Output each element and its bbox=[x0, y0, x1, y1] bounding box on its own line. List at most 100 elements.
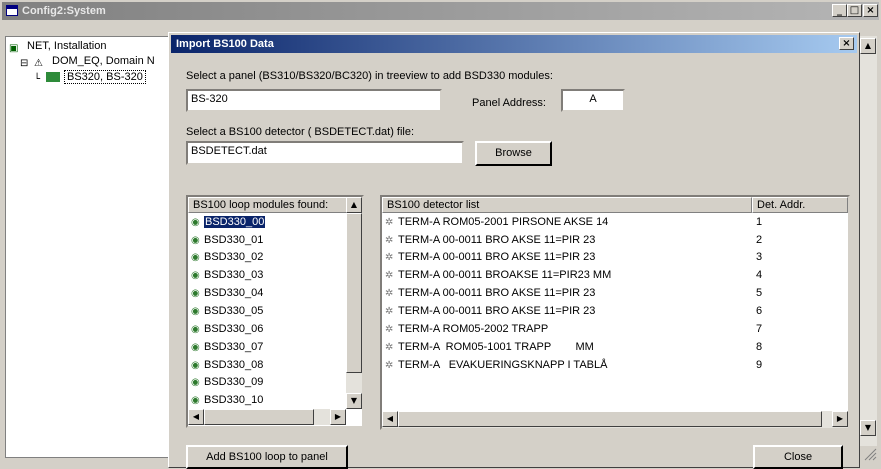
detector-row[interactable]: ✲ TERM-A ROM05-2001 PIRSONE AKSE 14 bbox=[385, 214, 608, 230]
loop-module-icon: ◉ bbox=[191, 377, 200, 388]
add-bs100-loop-button[interactable]: Add BS100 loop to panel bbox=[186, 445, 348, 469]
scroll-up-button[interactable]: ▲ bbox=[346, 197, 362, 213]
detector-icon: ✲ bbox=[385, 360, 394, 371]
module-list-item[interactable]: ◉ BSD330_02 bbox=[191, 249, 263, 265]
detector-icon: ✲ bbox=[385, 235, 394, 246]
module-list-item[interactable]: ◉ BSD330_05 bbox=[191, 303, 263, 319]
scroll-down-button[interactable]: ▼ bbox=[860, 420, 876, 436]
tree-item-label: NET, Installation bbox=[27, 40, 107, 52]
outer-window-title: Config2:System bbox=[22, 5, 106, 17]
detector-name-column-header[interactable]: BS100 detector list bbox=[382, 197, 752, 213]
detector-row[interactable]: ✲ TERM-A EVAKUERINGSKNAPP I TABLÅ bbox=[385, 357, 607, 373]
dialog-close-button[interactable]: × bbox=[839, 37, 854, 50]
detector-row[interactable]: ✲ TERM-A ROM05-1001 TRAPP MM bbox=[385, 339, 594, 355]
detector-address: 1 bbox=[756, 216, 763, 228]
scroll-left-button[interactable]: ◀ bbox=[382, 411, 398, 427]
detector-icon: ✲ bbox=[385, 342, 394, 353]
system-treeview[interactable]: ▣ NET, Installation ⊟ ⚠ DOM_EQ, Domain N └ B… bbox=[5, 36, 173, 458]
detector-row[interactable]: ✲ TERM-A 00-0011 BRO AKSE 11=PIR 23 bbox=[385, 249, 595, 265]
network-icon: ▣ bbox=[9, 43, 19, 54]
detector-horizontal-scrollbar[interactable]: ◀ ▶ bbox=[382, 411, 848, 428]
scroll-up-button[interactable]: ▲ bbox=[860, 38, 876, 54]
module-list-item[interactable]: ◉ BSD330_09 bbox=[191, 374, 263, 390]
loop-module-icon: ◉ bbox=[191, 306, 200, 317]
scroll-right-button[interactable]: ▶ bbox=[832, 411, 848, 427]
detector-address: 4 bbox=[756, 269, 763, 281]
panel-address-label: Panel Address: bbox=[472, 97, 546, 109]
outer-vertical-scrollbar[interactable]: ▲ ▼ bbox=[860, 36, 877, 446]
detector-file-field[interactable]: BSDETECT.dat bbox=[186, 141, 464, 165]
detector-address: 8 bbox=[756, 341, 763, 353]
detector-row[interactable]: ✲ TERM-A ROM05-2002 TRAPP bbox=[385, 321, 548, 337]
close-button[interactable]: Close bbox=[753, 445, 843, 469]
modules-vertical-scrollbar[interactable]: ▲ ▼ bbox=[346, 197, 362, 409]
detector-icon: ✲ bbox=[385, 324, 394, 335]
module-list-item[interactable]: ◉ BSD330_04 bbox=[191, 285, 263, 301]
file-prompt-label: Select a BS100 detector ( BSDETECT.dat) … bbox=[186, 126, 415, 138]
detector-row[interactable]: ✲ TERM-A 00-0011 BRO AKSE 11=PIR 23 bbox=[385, 232, 595, 248]
module-list-item[interactable]: ◉ BSD330_08 bbox=[191, 357, 263, 373]
scroll-thumb[interactable] bbox=[204, 409, 314, 425]
loop-module-icon: ◉ bbox=[191, 217, 200, 228]
dialog-title: Import BS100 Data bbox=[176, 38, 274, 50]
scroll-right-button[interactable]: ▶ bbox=[330, 409, 346, 425]
loop-module-icon: ◉ bbox=[191, 270, 200, 281]
loop-modules-listbox[interactable]: BS100 loop modules found: ▲ ▼ ◀ ▶ ◉ BSD33… bbox=[186, 195, 364, 428]
modules-horizontal-scrollbar[interactable]: ◀ ▶ bbox=[188, 409, 346, 425]
dialog-titlebar[interactable]: Import BS100 Data × bbox=[171, 35, 857, 53]
detector-address: 2 bbox=[756, 234, 763, 246]
close-window-button[interactable]: × bbox=[863, 4, 878, 17]
loop-module-icon: ◉ bbox=[191, 324, 200, 335]
window-app-icon bbox=[6, 5, 18, 16]
detector-address: 3 bbox=[756, 251, 763, 263]
detector-icon: ✲ bbox=[385, 252, 394, 263]
loop-module-icon: ◉ bbox=[191, 395, 200, 406]
scroll-left-button[interactable]: ◀ bbox=[188, 409, 204, 425]
detector-row[interactable]: ✲ TERM-A 00-0011 BRO AKSE 11=PIR 23 bbox=[385, 285, 595, 301]
panel-icon bbox=[46, 72, 60, 82]
detector-icon: ✲ bbox=[385, 217, 394, 228]
tree-item-label: BS320, BS-320 bbox=[64, 70, 146, 84]
scroll-thumb[interactable] bbox=[346, 213, 362, 373]
panel-address-field[interactable]: A bbox=[561, 89, 625, 112]
detector-address: 6 bbox=[756, 305, 763, 317]
module-list-item[interactable]: ◉ BSD330_07 bbox=[191, 339, 263, 355]
detector-address: 5 bbox=[756, 287, 763, 299]
browse-button[interactable]: Browse bbox=[475, 141, 552, 166]
tree-item-bs320[interactable]: └ BS320, BS-320 bbox=[34, 70, 146, 85]
tree-connector-icon: └ bbox=[34, 74, 41, 85]
module-list-item[interactable]: ◉ BSD330_10 bbox=[191, 392, 263, 408]
detector-address-column-header[interactable]: Det. Addr. bbox=[752, 197, 848, 213]
minimize-button[interactable]: _ bbox=[832, 4, 847, 17]
resize-grip-icon[interactable] bbox=[862, 446, 877, 462]
modules-column-header[interactable]: BS100 loop modules found: bbox=[188, 197, 348, 213]
detector-icon: ✲ bbox=[385, 288, 394, 299]
module-list-item[interactable]: ◉ BSD330_03 bbox=[191, 267, 263, 283]
detector-icon: ✲ bbox=[385, 270, 394, 281]
loop-module-icon: ◉ bbox=[191, 342, 200, 353]
loop-module-icon: ◉ bbox=[191, 235, 200, 246]
loop-module-icon: ◉ bbox=[191, 252, 200, 263]
detector-listview[interactable]: BS100 detector list Det. Addr. ◀ ▶ ✲ TERM… bbox=[380, 195, 850, 430]
module-list-item[interactable]: ◉ BSD330_00 bbox=[191, 214, 267, 230]
import-bs100-dialog: Import BS100 Data × Select a panel (BS31… bbox=[168, 32, 860, 469]
module-list-item[interactable]: ◉ BSD330_01 bbox=[191, 232, 263, 248]
scroll-thumb[interactable] bbox=[398, 411, 822, 427]
module-list-item[interactable]: ◉ BSD330_06 bbox=[191, 321, 263, 337]
domain-icon: ⚠ bbox=[34, 58, 43, 69]
detector-address: 7 bbox=[756, 323, 763, 335]
detector-row[interactable]: ✲ TERM-A 00-0011 BROAKSE 11=PIR23 MM bbox=[385, 267, 611, 283]
detector-icon: ✲ bbox=[385, 306, 394, 317]
panel-name-field[interactable]: BS-320 bbox=[186, 89, 442, 112]
tree-item-net[interactable]: ▣ NET, Installation bbox=[9, 40, 106, 54]
outer-window-titlebar[interactable]: Config2:System _ □ × bbox=[2, 2, 879, 20]
detector-address: 9 bbox=[756, 359, 763, 371]
scroll-down-button[interactable]: ▼ bbox=[346, 393, 362, 409]
maximize-button[interactable]: □ bbox=[847, 4, 862, 17]
expand-collapse-icon: ⊟ bbox=[20, 58, 29, 69]
tree-item-label: DOM_EQ, Domain N bbox=[52, 55, 155, 67]
panel-prompt-label: Select a panel (BS310/BS320/BC320) in tr… bbox=[186, 70, 553, 82]
detector-row[interactable]: ✲ TERM-A 00-0011 BRO AKSE 11=PIR 23 bbox=[385, 303, 595, 319]
loop-module-icon: ◉ bbox=[191, 360, 200, 371]
tree-item-domain[interactable]: ⊟ ⚠ DOM_EQ, Domain N bbox=[20, 55, 155, 69]
